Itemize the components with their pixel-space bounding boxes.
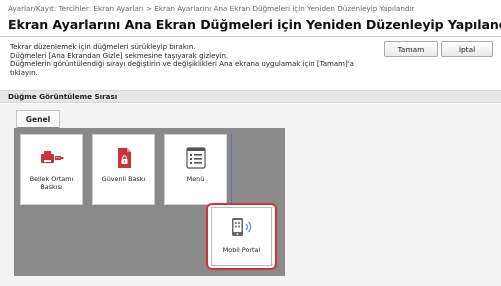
tile-secure-print[interactable]: Güvenli Baskı [92, 134, 155, 205]
instruction-line: Tekrar düzenlemek için düğmeleri sürükle… [10, 43, 196, 51]
tile-label: Güvenli Baskı [101, 175, 146, 183]
tab-general[interactable]: Genel [16, 110, 60, 129]
ok-button[interactable]: Tamam [384, 41, 438, 57]
tile-label: Menü [186, 175, 205, 183]
tile-label: Mobil Portal [222, 246, 261, 254]
menu-list-icon [185, 147, 206, 169]
grid-page-divider [231, 134, 232, 206]
tile-label: Baskısı [40, 183, 63, 191]
section-header: Düğme Görüntüleme Sırası [0, 90, 501, 103]
tile-label: Bellek Ortamı [29, 175, 74, 183]
instruction-line: tıklayın. [10, 68, 38, 77]
usb-printer-icon [40, 151, 63, 163]
mobile-wireless-icon [231, 218, 251, 236]
tile-memory-media-print[interactable]: Bellek Ortamı Baskısı [20, 134, 83, 205]
tile-mobile-portal[interactable]: Mobil Portal [211, 207, 272, 266]
tile-menu[interactable]: Menü [164, 134, 227, 205]
page-title: Ekran Ayarlarını Ana Ekran Düğmeleri içi… [8, 17, 501, 32]
instruction-line: Düğmeleri [Ana Ekrandan Gizle] sekmesine… [10, 51, 229, 60]
secure-document-icon [117, 148, 131, 168]
instructions: Tekrar düzenlemek için düğmeleri sürükle… [10, 43, 354, 77]
title-divider [0, 36, 501, 37]
breadcrumb: Ayarlar/Kayıt: Tercihler: Ekran Ayarları… [8, 4, 415, 13]
instruction-line: Düğmelerin görüntülendiği sırayı değişti… [10, 60, 354, 69]
cancel-button[interactable]: İptal [441, 41, 493, 57]
